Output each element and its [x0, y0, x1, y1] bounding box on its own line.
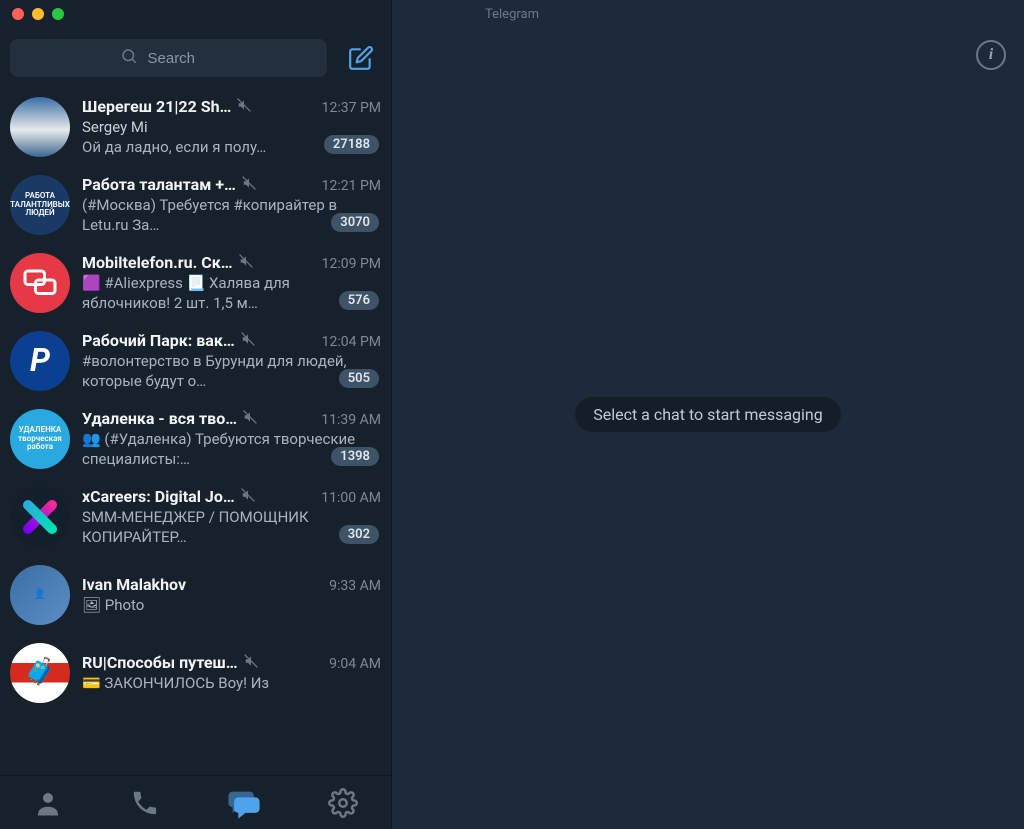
minimize-window-button[interactable]: [32, 8, 44, 20]
muted-icon: [239, 253, 253, 272]
muted-icon: [242, 175, 256, 194]
search-icon: [120, 47, 138, 69]
chat-item[interactable]: РАБОТА ТАЛАНТЛИВЫХ ЛЮДЕЙ Работа талантам…: [0, 166, 391, 244]
search-field[interactable]: [10, 39, 327, 77]
chat-time: 9:04 AM: [329, 656, 381, 672]
chat-item[interactable]: 👤 Ivan Malakhov 9:33 AM 🖼 Photo: [0, 556, 391, 634]
chat-preview: 💳 ЗАКОНЧИЛОСЬ Boy! Из: [82, 674, 381, 694]
unread-badge: 576: [339, 291, 379, 310]
tab-contacts[interactable]: [33, 788, 63, 818]
chat-preview: 🟪 #Aliexpress 📃 Халява для яблочников! 2…: [82, 274, 381, 313]
chat-preview: 🖼 Photo: [82, 596, 381, 616]
tab-calls[interactable]: [130, 788, 160, 818]
avatar: [10, 97, 70, 157]
avatar: P: [10, 331, 70, 391]
chat-time: 11:00 AM: [321, 490, 381, 506]
titlebar: Telegram: [0, 0, 1024, 28]
avatar: УДАЛЕНКА творческая работа: [10, 409, 70, 469]
compose-button[interactable]: [341, 38, 381, 78]
info-icon: i: [989, 46, 993, 64]
muted-icon: [243, 409, 257, 428]
muted-icon: [244, 653, 258, 672]
chat-item[interactable]: P Рабочий Парк: вак… 12:04 PM #волонтерс…: [0, 322, 391, 400]
close-window-button[interactable]: [12, 8, 24, 20]
chat-item[interactable]: xCareers: Digital Jo… 11:00 AM SMM-МЕНЕД…: [0, 478, 391, 556]
bottom-tab-bar: [0, 775, 391, 829]
app-window: Telegram Шерегеш 21|22 Sh…: [0, 0, 1024, 829]
search-row: [0, 34, 391, 88]
chat-item[interactable]: Шерегеш 21|22 Sh… 12:37 PM Sergey Mi Ой …: [0, 88, 391, 166]
search-input[interactable]: [148, 50, 218, 67]
tab-settings[interactable]: [328, 788, 358, 818]
chat-name: RU|Способы путеш…: [82, 653, 238, 672]
unread-badge: 505: [339, 369, 379, 388]
muted-icon: [241, 331, 255, 350]
avatar: [10, 487, 70, 547]
unread-badge: 302: [339, 525, 379, 544]
unread-badge: 27188: [324, 135, 379, 154]
chat-item[interactable]: УДАЛЕНКА творческая работа Удаленка - вс…: [0, 400, 391, 478]
info-button[interactable]: i: [976, 40, 1006, 70]
unread-badge: 3070: [331, 213, 379, 232]
chat-name: Удаленка - вся тво…: [82, 409, 237, 428]
chat-name: Рабочий Парк: вак…: [82, 331, 235, 350]
chat-preview: #волонтерство в Бурунди для людей, котор…: [82, 352, 381, 391]
chat-time: 12:04 PM: [322, 334, 381, 350]
traffic-lights: [0, 8, 64, 20]
muted-icon: [241, 487, 255, 506]
sidebar: Шерегеш 21|22 Sh… 12:37 PM Sergey Mi Ой …: [0, 0, 392, 829]
chat-name: xCareers: Digital Jo…: [82, 487, 235, 506]
chat-name: Ivan Malakhov: [82, 575, 186, 594]
chat-preview: SMM-МЕНЕДЖЕР / ПОМОЩНИК КОПИРАЙТЕР…: [82, 508, 381, 547]
avatar: [10, 253, 70, 313]
avatar: 👤: [10, 565, 70, 625]
main-pane: i Select a chat to start messaging: [392, 0, 1024, 829]
window-title: Telegram: [0, 7, 1024, 22]
chat-item[interactable]: RU|Способы путеш… 9:04 AM 💳 ЗАКОНЧИЛОСЬ …: [0, 634, 391, 703]
muted-icon: [237, 97, 251, 116]
avatar: [10, 643, 70, 703]
chat-time: 12:09 PM: [322, 256, 381, 272]
chat-time: 12:21 PM: [322, 178, 381, 194]
chat-name: Шерегеш 21|22 Sh…: [82, 97, 231, 116]
chat-name: Работа талантам +…: [82, 175, 236, 194]
fullscreen-window-button[interactable]: [52, 8, 64, 20]
chat-time: 11:39 AM: [321, 412, 381, 428]
chat-time: 12:37 PM: [322, 100, 381, 116]
unread-badge: 1398: [331, 447, 379, 466]
chat-item[interactable]: Mobiltelefon.ru. Ск… 12:09 PM 🟪 #Aliexpr…: [0, 244, 391, 322]
chat-time: 9:33 AM: [329, 578, 381, 594]
tab-chats[interactable]: [227, 786, 261, 820]
empty-state-text: Select a chat to start messaging: [575, 397, 841, 432]
avatar: РАБОТА ТАЛАНТЛИВЫХ ЛЮДЕЙ: [10, 175, 70, 235]
chat-list[interactable]: Шерегеш 21|22 Sh… 12:37 PM Sergey Mi Ой …: [0, 88, 391, 775]
chat-name: Mobiltelefon.ru. Ск…: [82, 253, 233, 272]
